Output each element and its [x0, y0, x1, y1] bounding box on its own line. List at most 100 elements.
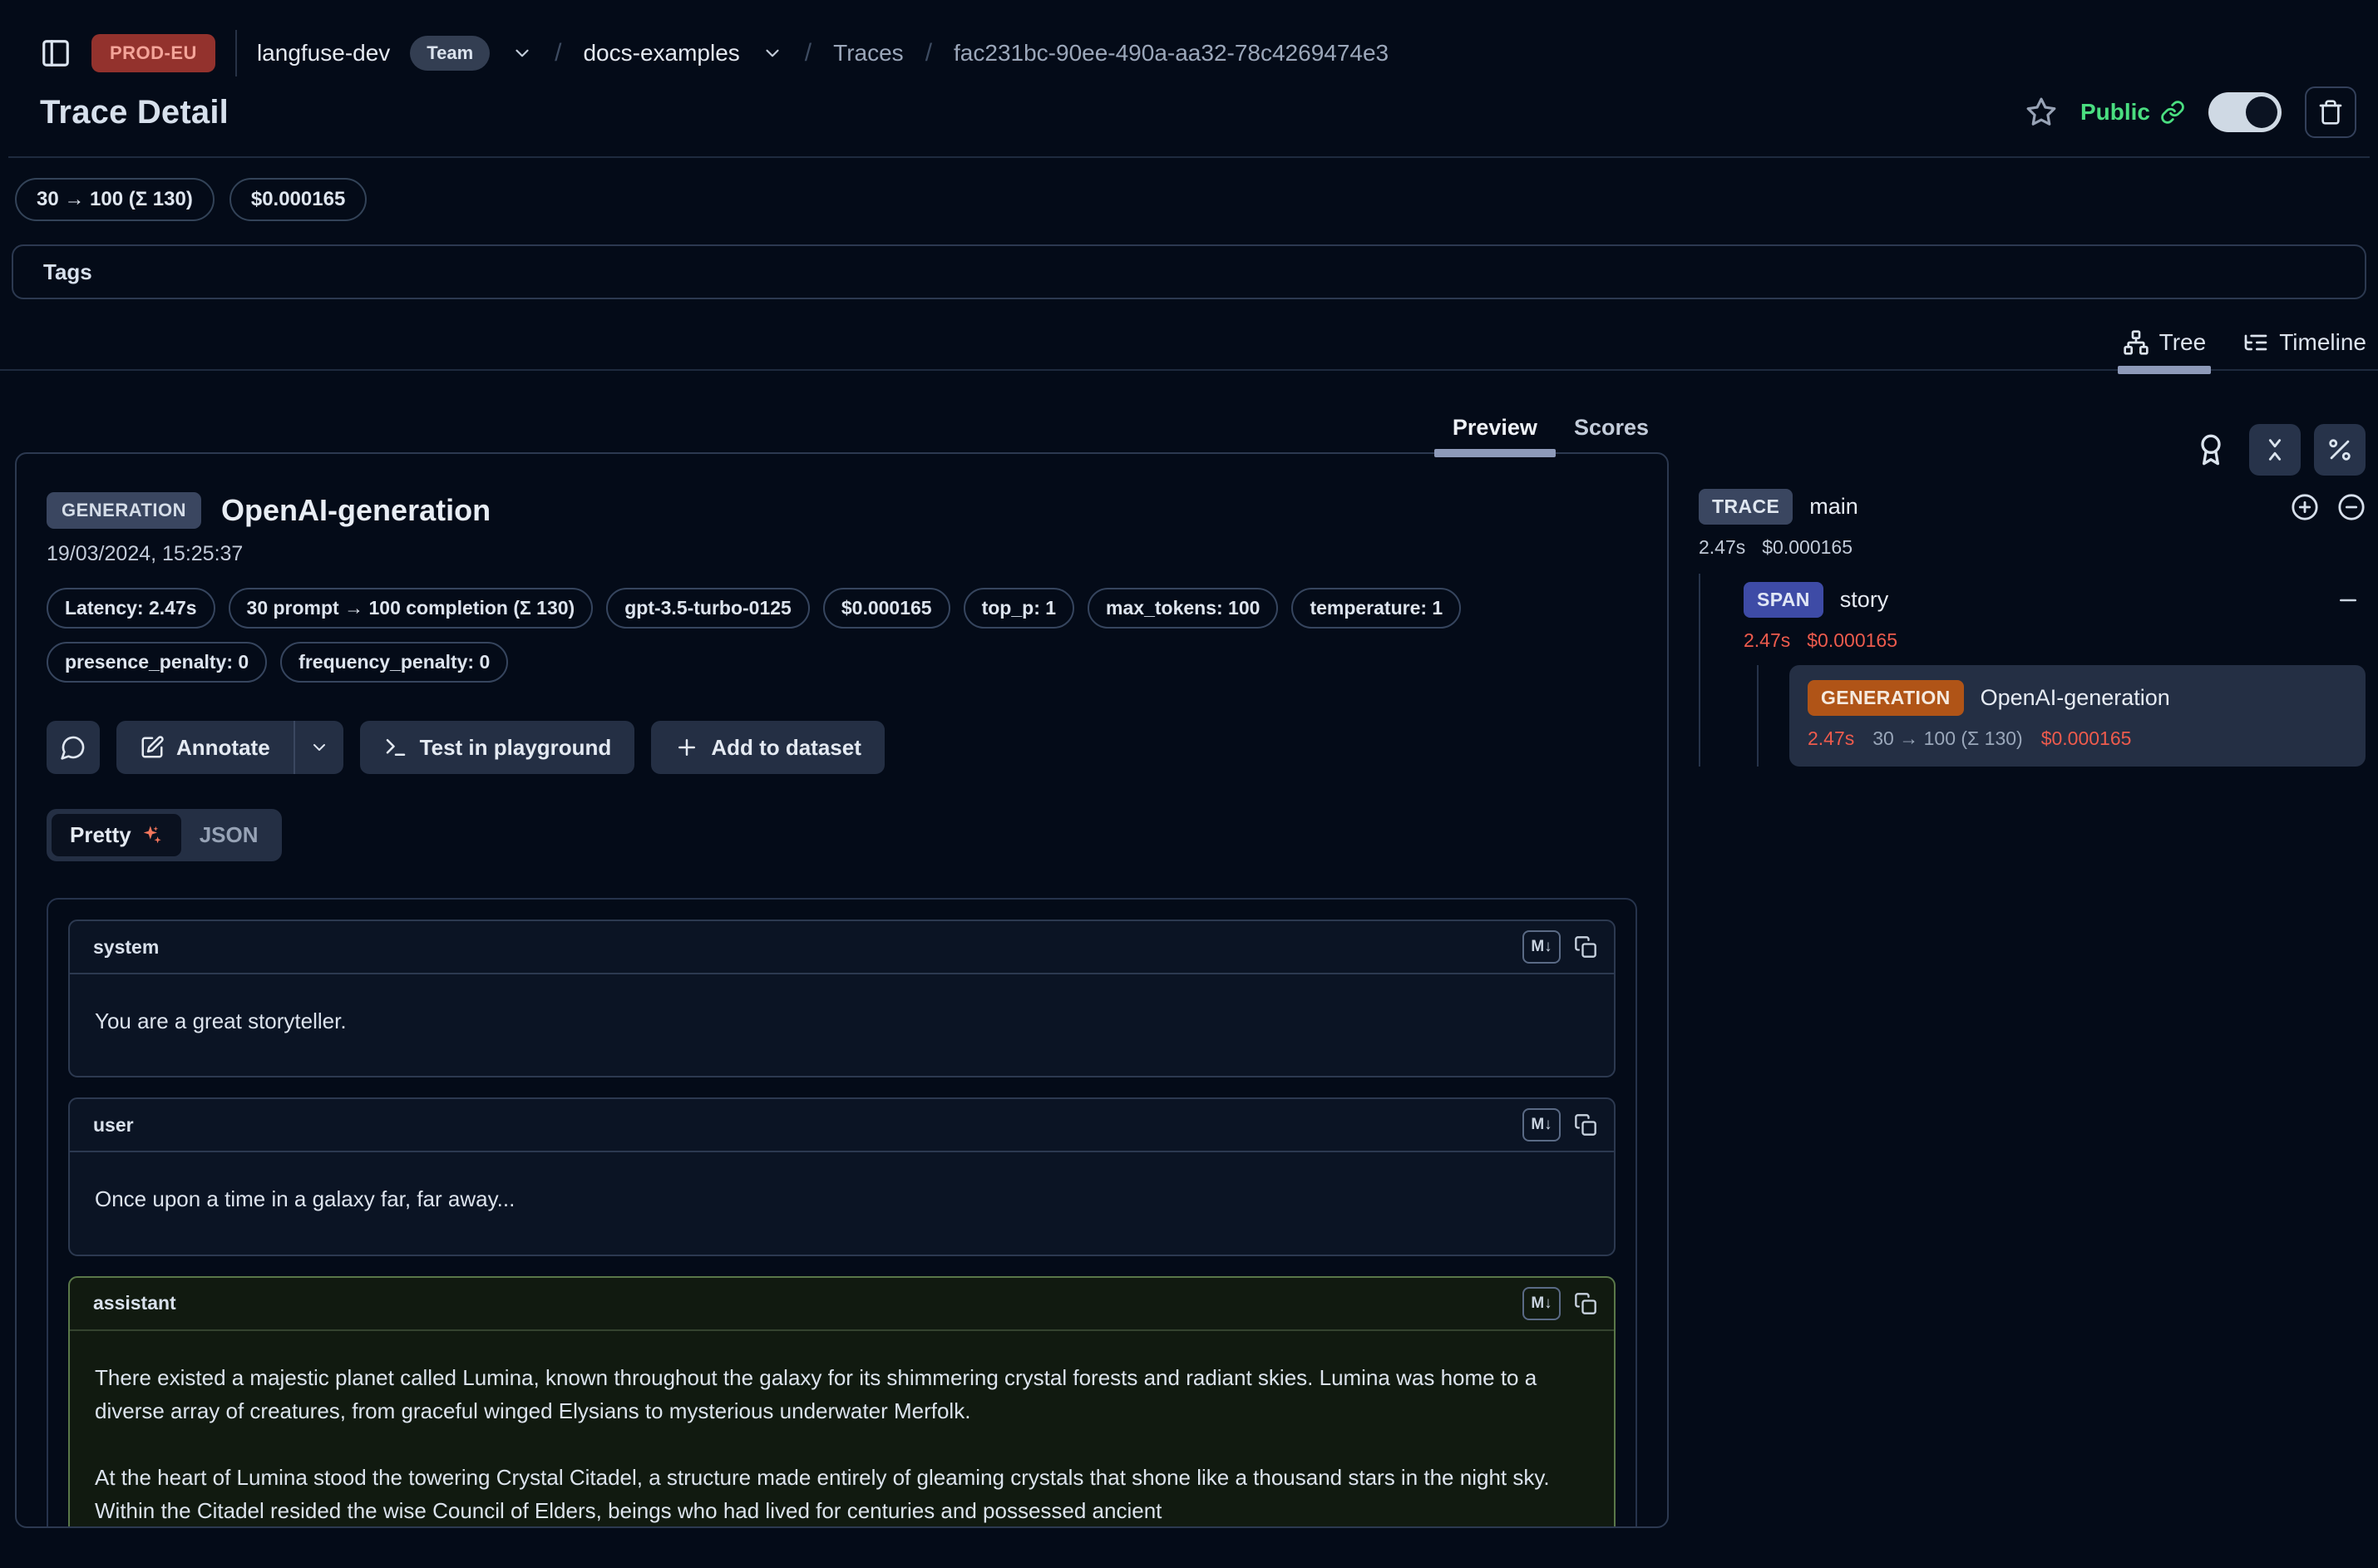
trace-cost-badge: $0.000165 — [229, 178, 367, 221]
active-tab-indicator — [2118, 366, 2212, 374]
annotate-split-button: Annotate — [116, 721, 343, 774]
message-content: There existed a majestic planet called L… — [70, 1331, 1614, 1528]
temperature-badge: temperature: 1 — [1291, 588, 1461, 629]
message-system: system M↓ You are a great storyteller. — [68, 920, 1616, 1077]
message-text: There existed a majestic planet called L… — [95, 1361, 1589, 1428]
org-chevron-down-icon[interactable] — [511, 42, 533, 64]
expand-all-icon[interactable] — [2291, 493, 2319, 521]
timeline-icon — [2242, 329, 2269, 356]
breadcrumb-traces[interactable]: Traces — [833, 40, 904, 67]
title-actions: Public — [2025, 86, 2356, 138]
project-chevron-down-icon[interactable] — [762, 42, 783, 64]
copy-icon[interactable] — [1574, 935, 1597, 959]
annotate-icon — [140, 735, 165, 760]
test-in-playground-button[interactable]: Test in playground — [360, 721, 635, 774]
span-type-badge: SPAN — [1744, 582, 1823, 618]
max-tokens-badge: max_tokens: 100 — [1088, 588, 1278, 629]
copy-icon[interactable] — [1574, 1113, 1597, 1137]
observation-type-badge: GENERATION — [47, 492, 201, 529]
breadcrumb-separator: / — [803, 39, 813, 67]
playground-label: Test in playground — [420, 735, 612, 761]
top-p-badge: top_p: 1 — [964, 588, 1074, 629]
tab-scores[interactable]: Scores — [1574, 415, 1649, 454]
tags-container[interactable]: Tags — [12, 244, 2366, 299]
annotate-label: Annotate — [176, 735, 270, 761]
generation-name: OpenAI-generation — [1981, 685, 2170, 711]
metrics-toggle-button[interactable] — [2314, 424, 2366, 476]
pretty-label: Pretty — [70, 822, 131, 848]
generation-token-usage: 30 → 100 (Σ 130) — [1872, 727, 2022, 750]
frequency-penalty-badge: frequency_penalty: 0 — [280, 642, 508, 683]
message-role: system — [93, 936, 159, 959]
message-tools: M↓ — [1522, 1287, 1597, 1320]
active-tab-indicator — [1434, 449, 1556, 457]
sidebar-toggle-icon[interactable] — [40, 37, 72, 69]
message-header: system M↓ — [70, 921, 1614, 974]
fold-vertical-icon — [2261, 436, 2289, 464]
trace-cost: $0.000165 — [1762, 536, 1853, 559]
tab-preview[interactable]: Preview — [1453, 415, 1537, 454]
collapse-all-button[interactable] — [2249, 424, 2301, 476]
message-content: You are a great storyteller. — [70, 974, 1614, 1076]
message-user: user M↓ Once upon a time in a galaxy far… — [68, 1097, 1616, 1255]
trash-icon — [2317, 99, 2344, 126]
breadcrumb-separator: / — [553, 39, 563, 67]
message-text: Once upon a time in a galaxy far, far aw… — [95, 1182, 1589, 1215]
model-badge[interactable]: gpt-3.5-turbo-0125 — [606, 588, 810, 629]
sparkles-icon — [140, 824, 163, 847]
breadcrumb-trace-id: fac231bc-90ee-490a-aa32-78c4269474e3 — [954, 40, 1389, 67]
markdown-toggle-icon[interactable]: M↓ — [1522, 1287, 1561, 1320]
public-link[interactable]: Public — [2080, 99, 2185, 126]
annotate-dropdown-chevron-icon[interactable] — [295, 721, 343, 774]
link-icon — [2160, 100, 2185, 125]
message-header: assistant M↓ — [70, 1278, 1614, 1331]
breadcrumb-project[interactable]: docs-examples — [583, 40, 739, 67]
add-to-dataset-label: Add to dataset — [711, 735, 861, 761]
message-role: assistant — [93, 1292, 176, 1314]
award-icon[interactable] — [2194, 433, 2228, 466]
add-to-dataset-button[interactable]: Add to dataset — [651, 721, 885, 774]
observation-actions: Annotate Test in playground Add to datas… — [47, 721, 1637, 774]
format-json-segment[interactable]: JSON — [181, 814, 277, 856]
observation-panel: Preview Scores GENERATION OpenAI-generat… — [0, 371, 1669, 1528]
tree-node-span[interactable]: SPAN story — [1744, 574, 2366, 618]
span-metrics: 2.47s $0.000165 — [1744, 629, 2366, 652]
generation-cost: $0.000165 — [2041, 727, 2132, 750]
comment-icon — [60, 734, 86, 761]
annotate-button[interactable]: Annotate — [116, 721, 294, 774]
message-header: user M↓ — [70, 1099, 1614, 1152]
span-latency: 2.47s — [1744, 629, 1790, 652]
trace-latency: 2.47s — [1699, 536, 1745, 559]
public-toggle[interactable] — [2208, 92, 2282, 132]
tree-toolbar — [1699, 424, 2366, 476]
plus-icon — [674, 735, 699, 760]
title-bar: Trace Detail Public — [0, 83, 2378, 138]
span-name: story — [1840, 587, 1889, 613]
delete-trace-button[interactable] — [2305, 86, 2356, 138]
tab-timeline[interactable]: Timeline — [2242, 329, 2366, 369]
star-icon[interactable] — [2025, 96, 2057, 128]
cost-badge[interactable]: $0.000165 — [823, 588, 950, 629]
copy-icon[interactable] — [1574, 1292, 1597, 1315]
markdown-toggle-icon[interactable]: M↓ — [1522, 1108, 1561, 1141]
span-cost: $0.000165 — [1807, 629, 1897, 652]
message-text: You are a great storyteller. — [95, 1004, 1589, 1038]
tree-node-generation-selected[interactable]: GENERATION OpenAI-generation 2.47s 30 → … — [1789, 665, 2366, 767]
percent-icon — [2326, 436, 2354, 464]
collapse-all-icon[interactable] — [2337, 493, 2366, 521]
comment-button[interactable] — [47, 721, 100, 774]
format-pretty-segment[interactable]: Pretty — [52, 814, 181, 856]
org-plan-badge: Team — [410, 36, 490, 71]
message-tools: M↓ — [1522, 1108, 1597, 1141]
tab-timeline-label: Timeline — [2279, 329, 2366, 356]
breadcrumb-org[interactable]: langfuse-dev — [257, 40, 390, 67]
token-usage-badge[interactable]: 30 prompt → 100 completion (Σ 130) — [229, 588, 594, 629]
message-assistant: assistant M↓ There existed a majestic pl… — [68, 1276, 1616, 1528]
collapse-node-icon[interactable] — [2336, 588, 2361, 613]
observation-header: GENERATION OpenAI-generation — [47, 492, 1637, 529]
trace-badges: 30 → 100 (Σ 130) $0.000165 — [0, 158, 2378, 221]
trace-name: main — [1809, 494, 1858, 520]
markdown-toggle-icon[interactable]: M↓ — [1522, 930, 1561, 964]
tree-node-trace[interactable]: TRACE main — [1699, 489, 2366, 525]
tab-tree[interactable]: Tree — [2123, 329, 2207, 369]
